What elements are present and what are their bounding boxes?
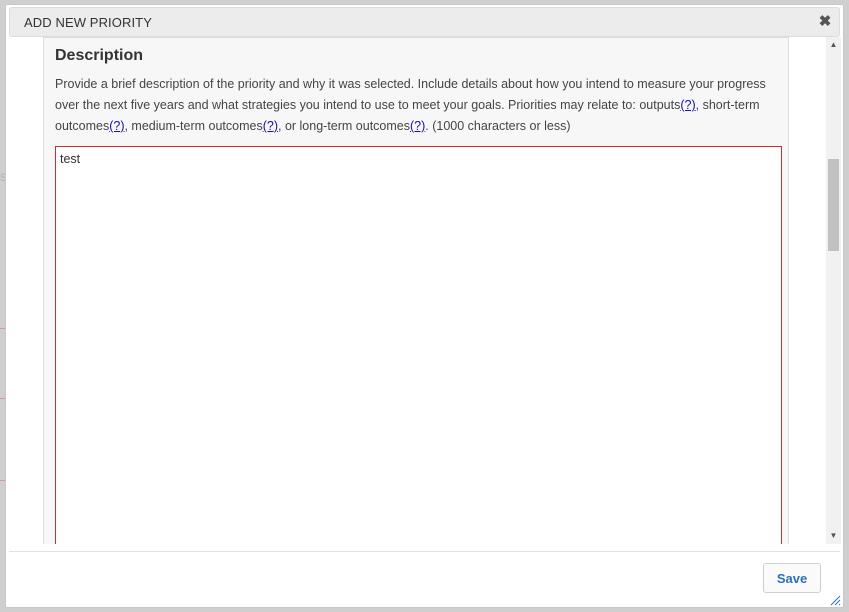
dialog-header: ADD NEW PRIORITY ✖ xyxy=(9,7,840,37)
content-scrollbar[interactable]: ▲ ▼ xyxy=(826,37,841,544)
scroll-up-icon[interactable]: ▲ xyxy=(826,38,841,52)
short-term-help-link[interactable]: (?) xyxy=(109,119,124,133)
add-priority-dialog: ADD NEW PRIORITY ✖ Description Provide a… xyxy=(5,4,844,608)
resize-grip-icon[interactable] xyxy=(829,594,841,606)
long-term-help-link[interactable]: (?) xyxy=(410,119,425,133)
scroll-thumb[interactable] xyxy=(828,159,839,251)
scroll-down-icon[interactable]: ▼ xyxy=(826,529,841,543)
description-heading: Description xyxy=(55,47,144,64)
help-text-segment: . (1000 characters or less) xyxy=(425,119,571,133)
help-text-segment: , or long-term outcomes xyxy=(278,119,410,133)
footer-divider xyxy=(9,551,840,552)
dialog-content: Description Provide a brief description … xyxy=(9,37,826,544)
description-help-text: Provide a brief description of the prior… xyxy=(55,74,775,137)
dialog-title: ADD NEW PRIORITY xyxy=(24,15,152,30)
help-text-segment: , medium-term outcomes xyxy=(124,119,263,133)
description-textarea[interactable]: test xyxy=(55,146,782,544)
close-icon[interactable]: ✖ xyxy=(817,13,833,31)
description-panel: Description Provide a brief description … xyxy=(43,37,789,544)
medium-term-help-link[interactable]: (?) xyxy=(263,119,278,133)
help-text-intro: Provide a brief description of the prior… xyxy=(55,77,766,112)
outputs-help-link[interactable]: (?) xyxy=(680,98,695,112)
save-button[interactable]: Save xyxy=(763,563,821,593)
